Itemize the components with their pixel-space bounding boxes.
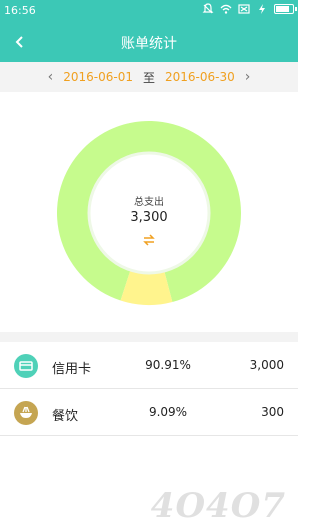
total-expense-label: 总支出: [134, 197, 164, 208]
list-item-credit-card[interactable]: 信用卡 90.91% 3,000: [0, 342, 298, 389]
prev-period-button[interactable]: ‹: [38, 69, 64, 85]
page-title: 账单统计: [121, 36, 177, 52]
category-list: 信用卡 90.91% 3,000 餐饮 9.09% 300: [0, 342, 298, 436]
nav-bar: 账单统计: [0, 22, 298, 62]
list-item-name: 信用卡: [52, 362, 92, 377]
battery-icon: [274, 4, 297, 14]
chart-area: 总支出 3,300: [0, 92, 298, 332]
watermark-logo: 4O4O7: [150, 486, 286, 526]
status-time: 16:56: [4, 4, 36, 17]
list-item-percent: 9.09%: [148, 405, 188, 419]
total-expense-amount: 3,300: [130, 210, 168, 225]
notification-icon: [202, 3, 214, 15]
list-item-amount: 300: [261, 405, 284, 419]
date-separator: 至: [142, 70, 155, 85]
section-divider: [0, 332, 298, 342]
list-item-name: 餐饮: [52, 409, 79, 424]
status-icons: [202, 3, 297, 15]
list-item-percent: 90.91%: [145, 358, 191, 372]
sim-icon: [238, 3, 250, 15]
list-item-amount: 3,000: [249, 358, 284, 372]
next-period-button[interactable]: ›: [235, 69, 261, 85]
end-date[interactable]: 2016-06-30: [165, 70, 235, 84]
wifi-icon: [220, 3, 232, 15]
charging-icon: [256, 3, 268, 15]
dining-icon: [14, 401, 38, 425]
status-bar: 16:56: [0, 0, 298, 22]
list-item-dining[interactable]: 餐饮 9.09% 300: [0, 389, 298, 436]
start-date[interactable]: 2016-06-01: [63, 70, 133, 84]
date-range-bar: ‹ 2016-06-01 至 2016-06-30 ›: [0, 62, 298, 92]
credit-card-icon: [14, 354, 38, 378]
swap-icon[interactable]: [141, 233, 157, 247]
